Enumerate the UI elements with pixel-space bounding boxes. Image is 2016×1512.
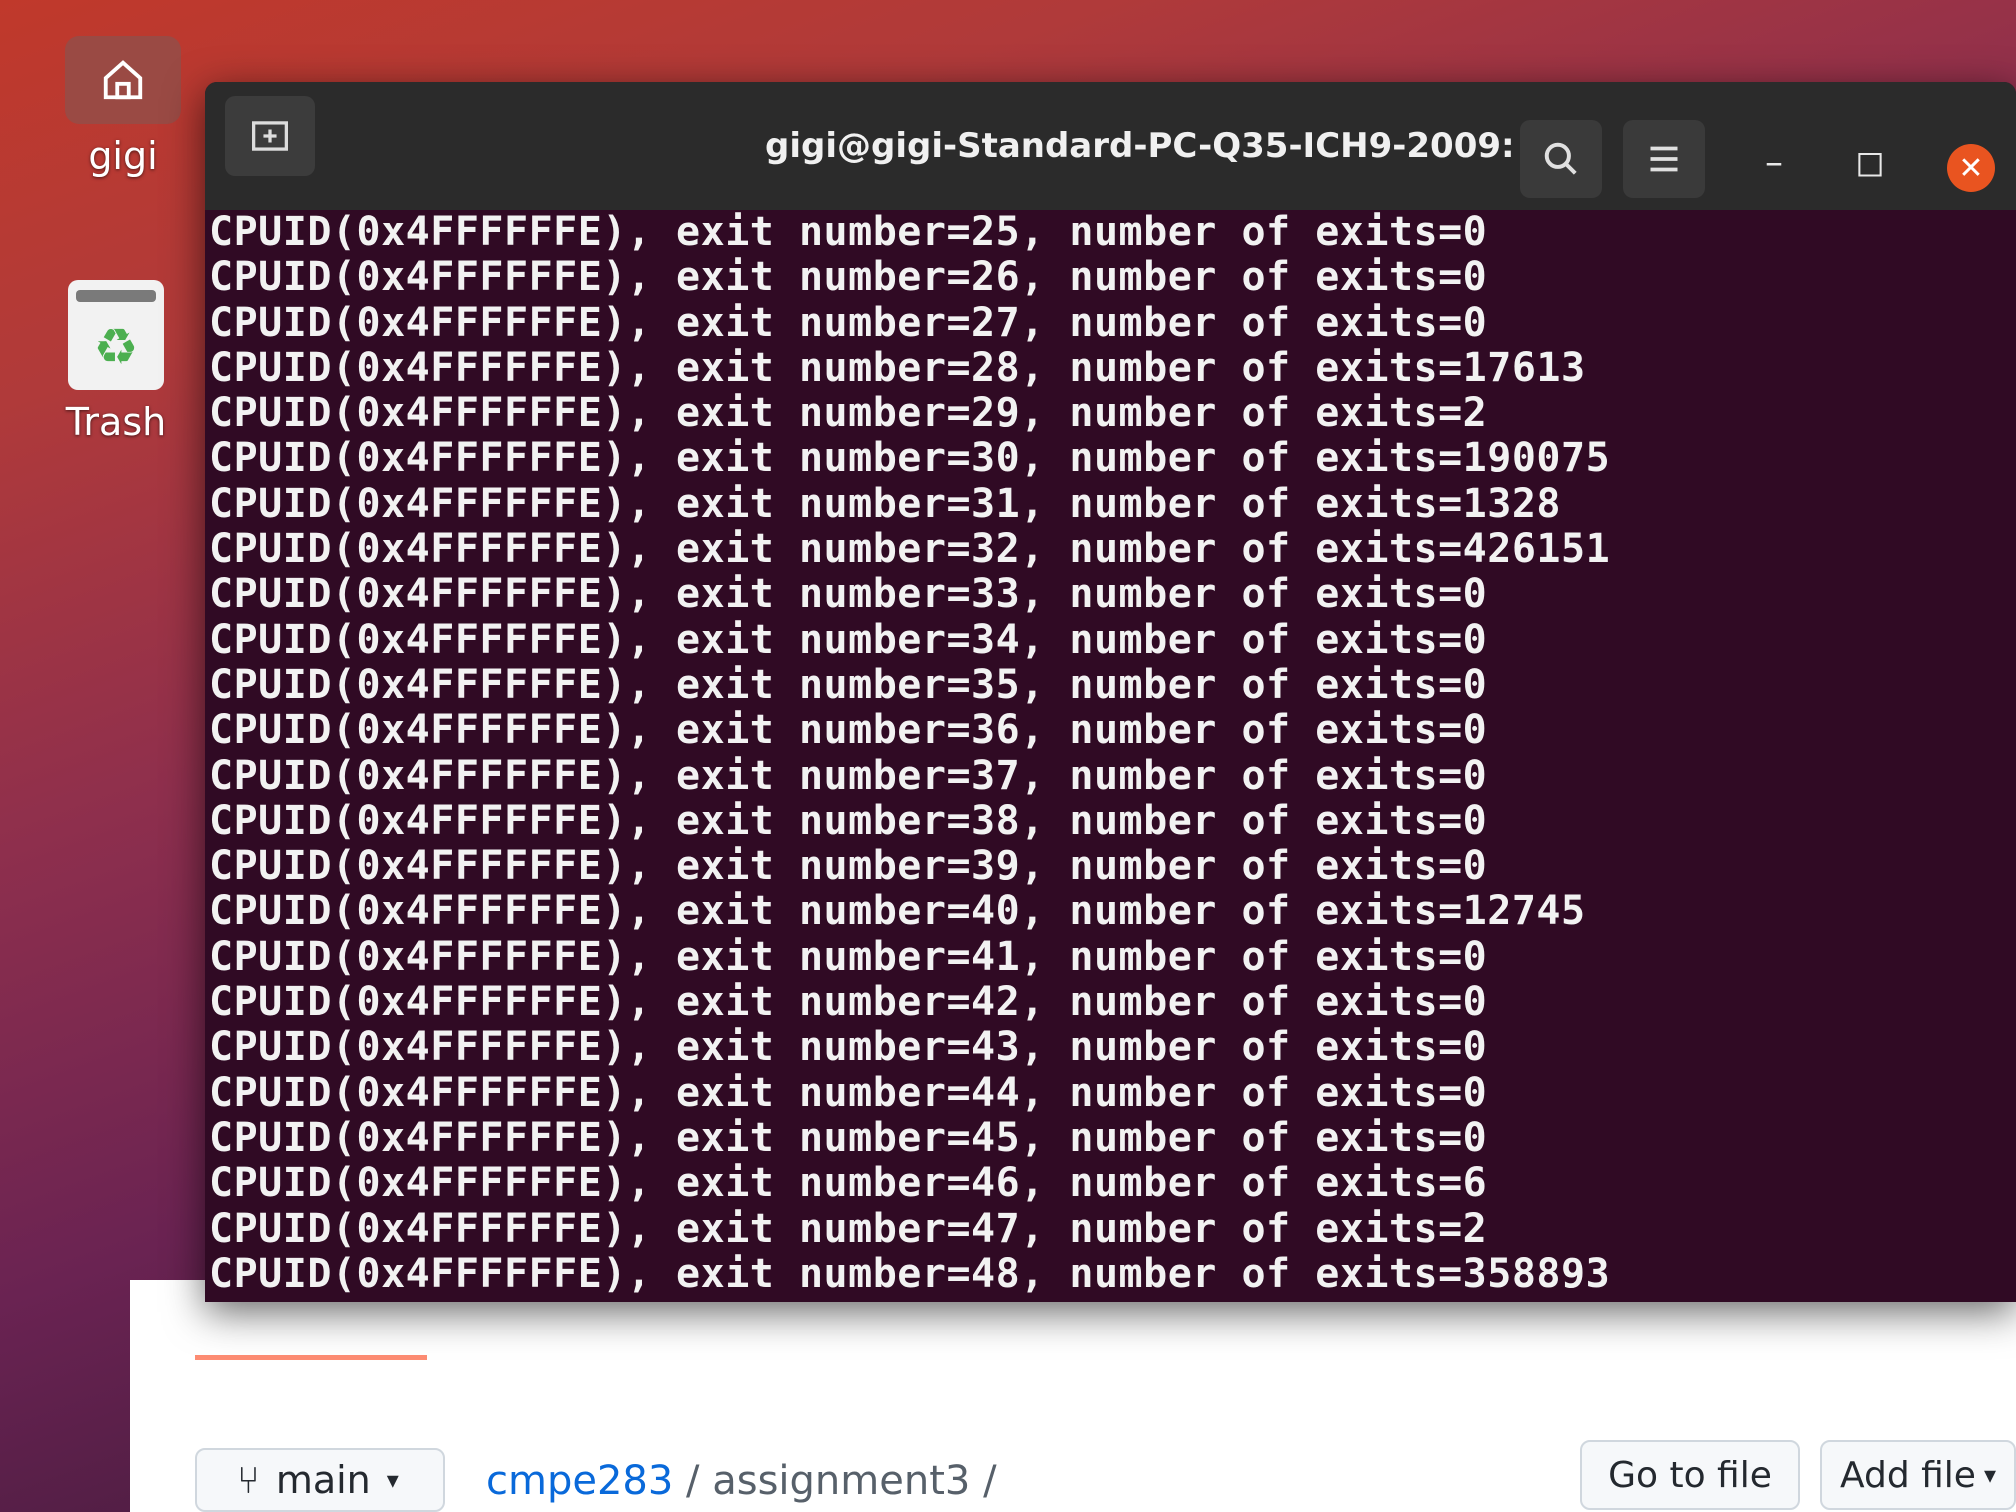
search-icon xyxy=(1544,142,1577,175)
home-folder-icon xyxy=(65,36,181,124)
terminal-line: CPUID(0x4FFFFFFE), exit number=32, numbe… xyxy=(209,526,1611,573)
terminal-line: CPUID(0x4FFFFFFE), exit number=43, numbe… xyxy=(209,1024,1488,1071)
git-branch-icon: ⑂ xyxy=(237,1458,260,1502)
go-to-file-button[interactable]: Go to file xyxy=(1580,1440,1800,1510)
window-title: gigi@gigi-Standard-PC-Q35-ICH9-2009: ~ xyxy=(765,126,1555,166)
breadcrumb: cmpe283 / assignment3 / xyxy=(486,1458,997,1504)
terminal-line: CPUID(0x4FFFFFFE), exit number=39, numbe… xyxy=(209,843,1488,890)
terminal-line: CPUID(0x4FFFFFFE), exit number=48, numbe… xyxy=(209,1250,1611,1297)
terminal-line: CPUID(0x4FFFFFFE), exit number=31, numbe… xyxy=(209,480,1562,527)
new-tab-icon xyxy=(252,121,288,151)
terminal-line: CPUID(0x4FFFFFFE), exit number=35, numbe… xyxy=(209,661,1488,708)
home-folder-label: gigi xyxy=(88,134,158,178)
close-button[interactable]: ✕ xyxy=(1947,144,1995,192)
terminal-line: CPUID(0x4FFFFFFE), exit number=25, numbe… xyxy=(209,210,1488,255)
minimize-button[interactable]: – xyxy=(1765,142,1783,183)
terminal-line: CPUID(0x4FFFFFFE), exit number=34, numbe… xyxy=(209,616,1488,663)
terminal-line: CPUID(0x4FFFFFFE), exit number=28, numbe… xyxy=(209,344,1586,391)
branch-selector-button[interactable]: ⑂ main ▾ xyxy=(195,1448,445,1512)
terminal-line: CPUID(0x4FFFFFFE), exit number=47, numbe… xyxy=(209,1205,1488,1252)
terminal-line: CPUID(0x4FFFFFFE), exit number=38, numbe… xyxy=(209,797,1488,844)
hamburger-menu-icon xyxy=(1650,146,1678,172)
github-repo-page: ⑂ main ▾ cmpe283 / assignment3 / Go to f… xyxy=(130,1280,2016,1512)
add-file-button[interactable]: Add file ▾ xyxy=(1820,1440,2016,1510)
terminal-line: CPUID(0x4FFFFFFE), exit number=41, numbe… xyxy=(209,933,1488,980)
terminal-window[interactable]: gigi@gigi-Standard-PC-Q35-ICH9-2009: ~ –… xyxy=(205,82,2016,1302)
maximize-icon: ◻ xyxy=(1855,142,1885,183)
breadcrumb-owner-link[interactable]: cmpe283 xyxy=(486,1458,673,1504)
trash-label: Trash xyxy=(65,400,167,444)
caret-down-icon: ▾ xyxy=(386,1466,399,1494)
breadcrumb-separator: / xyxy=(686,1458,700,1504)
terminal-line: CPUID(0x4FFFFFFE), exit number=26, numbe… xyxy=(209,254,1488,301)
terminal-line: CPUID(0x4FFFFFFE), exit number=40, numbe… xyxy=(209,888,1586,935)
add-file-label: Add file xyxy=(1839,1454,1976,1496)
new-tab-button[interactable] xyxy=(225,96,315,176)
terminal-titlebar[interactable]: gigi@gigi-Standard-PC-Q35-ICH9-2009: ~ –… xyxy=(205,82,2016,210)
desktop-trash[interactable]: ♻ Trash xyxy=(56,280,176,444)
minimize-icon: – xyxy=(1765,142,1783,183)
terminal-line: CPUID(0x4FFFFFFE), exit number=42, numbe… xyxy=(209,979,1488,1026)
search-button[interactable] xyxy=(1520,120,1602,198)
breadcrumb-separator: / xyxy=(983,1458,997,1504)
terminal-line: CPUID(0x4FFFFFFE), exit number=30, numbe… xyxy=(209,435,1611,482)
terminal-line: CPUID(0x4FFFFFFE), exit number=29, numbe… xyxy=(209,390,1488,437)
terminal-line: CPUID(0x4FFFFFFE), exit number=45, numbe… xyxy=(209,1114,1488,1161)
terminal-line: CPUID(0x4FFFFFFE), exit number=27, numbe… xyxy=(209,299,1488,346)
close-icon: ✕ xyxy=(1958,150,1984,186)
menu-button[interactable] xyxy=(1623,120,1705,198)
breadcrumb-repo[interactable]: assignment3 xyxy=(712,1458,970,1504)
active-tab-underline xyxy=(195,1355,427,1360)
terminal-line: CPUID(0x4FFFFFFE), exit number=36, numbe… xyxy=(209,707,1488,754)
terminal-line: CPUID(0x4FFFFFFE), exit number=37, numbe… xyxy=(209,752,1488,799)
terminal-line: CPUID(0x4FFFFFFE), exit number=33, numbe… xyxy=(209,571,1488,618)
caret-down-icon: ▾ xyxy=(1983,1461,1996,1489)
terminal-line: CPUID(0x4FFFFFFE), exit number=46, numbe… xyxy=(209,1160,1488,1207)
terminal-output[interactable]: CPUID(0x4FFFFFFE), exit number=25, numbe… xyxy=(209,210,1999,1302)
desktop-home-folder[interactable]: gigi xyxy=(58,36,188,178)
terminal-line: CPUID(0x4FFFFFFE), exit number=44, numbe… xyxy=(209,1069,1488,1116)
maximize-button[interactable]: ◻ xyxy=(1855,142,1885,183)
branch-name: main xyxy=(275,1458,371,1502)
trash-icon: ♻ xyxy=(68,280,164,390)
